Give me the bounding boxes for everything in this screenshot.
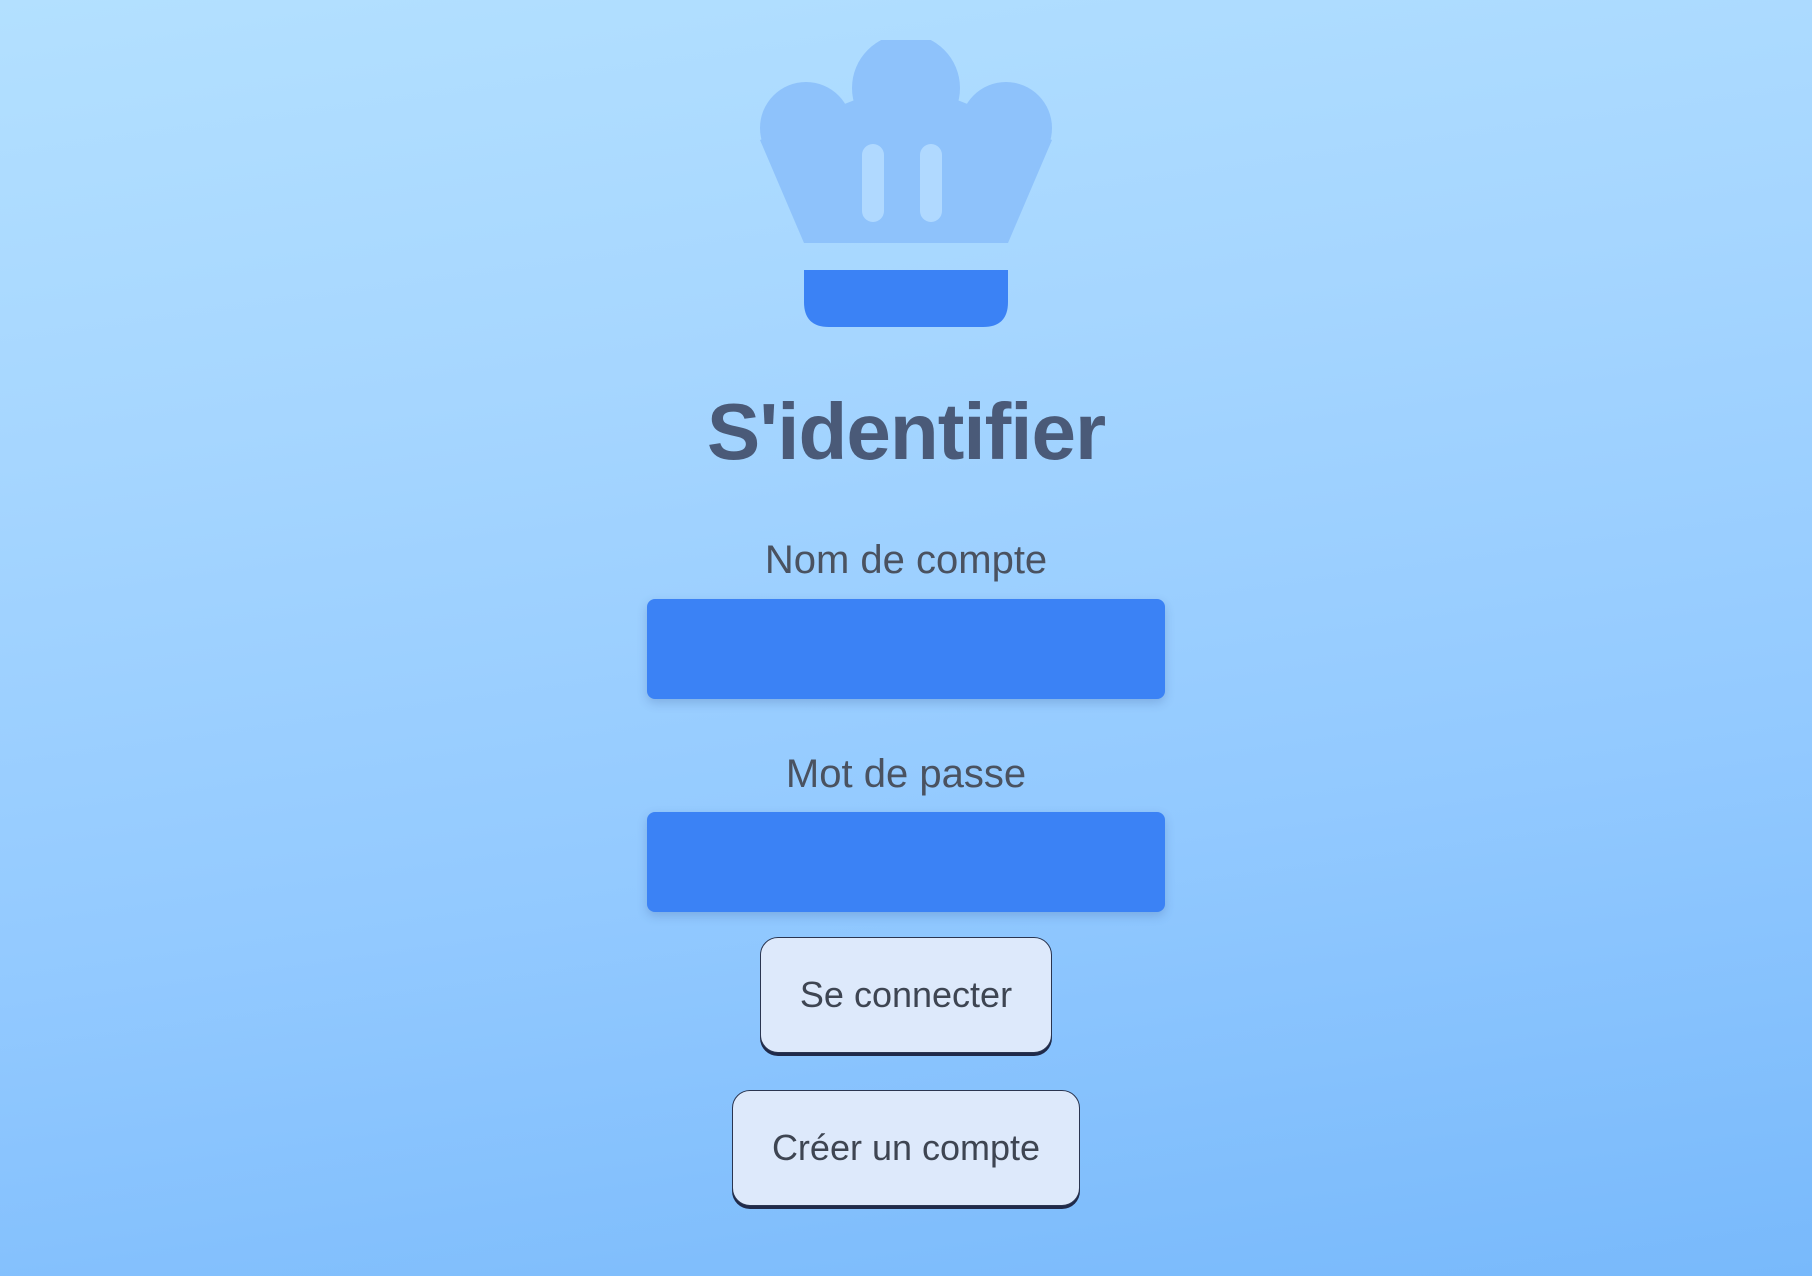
password-input[interactable] — [647, 812, 1165, 912]
login-button[interactable]: Se connecter — [760, 937, 1052, 1053]
page-title: S'identifier — [706, 387, 1106, 476]
username-input[interactable] — [647, 599, 1165, 699]
chef-hat-icon — [758, 40, 1054, 340]
create-account-button[interactable]: Créer un compte — [732, 1090, 1080, 1206]
username-label: Nom de compte — [764, 538, 1048, 582]
password-label: Mot de passe — [785, 752, 1027, 796]
